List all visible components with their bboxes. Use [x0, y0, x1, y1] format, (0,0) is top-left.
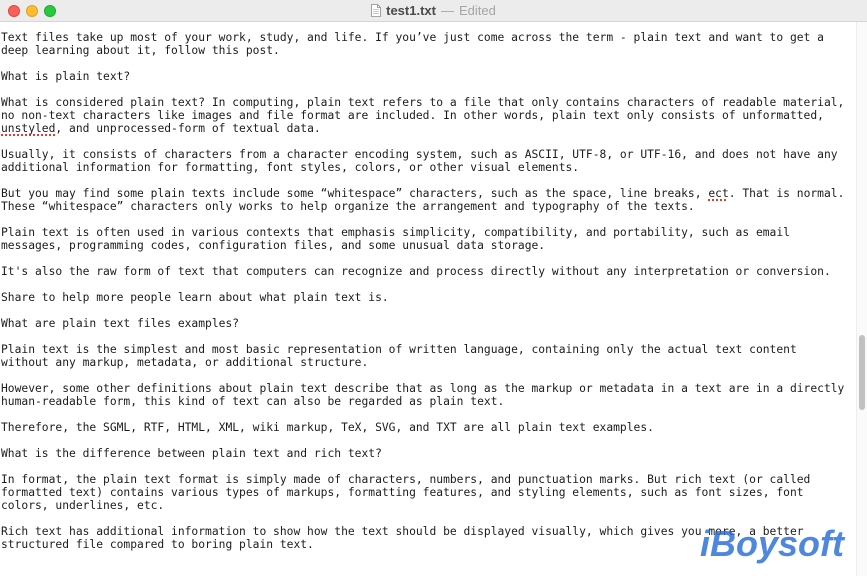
text-paragraph: What is considered plain text? In comput…: [1, 96, 851, 135]
misspelled-word: unstyled: [1, 122, 56, 135]
text-run: Usually, it consists of characters from …: [1, 148, 845, 174]
text-paragraph: It's also the raw form of text that comp…: [1, 265, 851, 278]
document-text-area[interactable]: plain text and rich text, and the way to…: [0, 22, 856, 576]
document-text[interactable]: plain text and rich text, and the way to…: [1, 22, 851, 564]
text-run: Rich text has additional information to …: [1, 525, 811, 551]
text-run: What is plain text?: [1, 70, 131, 83]
text-run: What is the difference between plain tex…: [1, 447, 382, 460]
text-paragraph: But you may find some plain texts includ…: [1, 187, 851, 213]
misspelled-word: ect: [708, 187, 729, 200]
text-paragraph: Therefore, the SGML, RTF, HTML, XML, wik…: [1, 421, 851, 434]
text-paragraph: What are plain text files examples?: [1, 317, 851, 330]
text-run: Share to help more people learn about wh…: [1, 291, 389, 304]
text-run: Plain text is often used in various cont…: [1, 226, 797, 252]
text-paragraph: Text files take up most of your work, st…: [1, 31, 851, 57]
text-run: It's also the raw form of text that comp…: [1, 265, 831, 278]
window-title: test1.txt — Edited: [0, 3, 867, 19]
textedit-window: test1.txt — Edited plain text and rich tex…: [0, 0, 867, 576]
text-paragraph: Plain text is the simplest and most basi…: [1, 343, 851, 369]
text-run: Plain text is the simplest and most basi…: [1, 343, 804, 369]
text-paragraph: What is plain text?: [1, 70, 851, 83]
title-bar[interactable]: test1.txt — Edited: [0, 0, 867, 22]
title-separator: —: [440, 3, 454, 18]
text-paragraph: In format, the plain text format is simp…: [1, 473, 851, 512]
text-paragraph: However, some other definitions about pl…: [1, 382, 851, 408]
text-paragraph: Usually, it consists of characters from …: [1, 148, 851, 174]
document-icon: [371, 4, 382, 17]
text-run: What are plain text files examples?: [1, 317, 240, 330]
text-run: Therefore, the SGML, RTF, HTML, XML, wik…: [1, 421, 654, 434]
text-paragraph: Plain text is often used in various cont…: [1, 226, 851, 252]
vertical-scrollbar[interactable]: [856, 22, 867, 576]
text-run: Text files take up most of your work, st…: [1, 31, 831, 57]
text-run: , and unprocessed-form of textual data.: [55, 122, 321, 135]
window-filename: test1.txt: [386, 3, 436, 18]
text-run: But you may find some plain texts includ…: [1, 187, 709, 200]
scrollbar-thumb[interactable]: [859, 335, 865, 410]
text-paragraph: Rich text has additional information to …: [1, 525, 851, 551]
text-run: However, some other definitions about pl…: [1, 382, 852, 408]
text-paragraph: What is the difference between plain tex…: [1, 447, 851, 460]
text-run: In format, the plain text format is simp…: [1, 473, 818, 512]
text-paragraph: Share to help more people learn about wh…: [1, 291, 851, 304]
edited-status: Edited: [458, 3, 496, 18]
text-run: What is considered plain text? In comput…: [1, 96, 852, 122]
